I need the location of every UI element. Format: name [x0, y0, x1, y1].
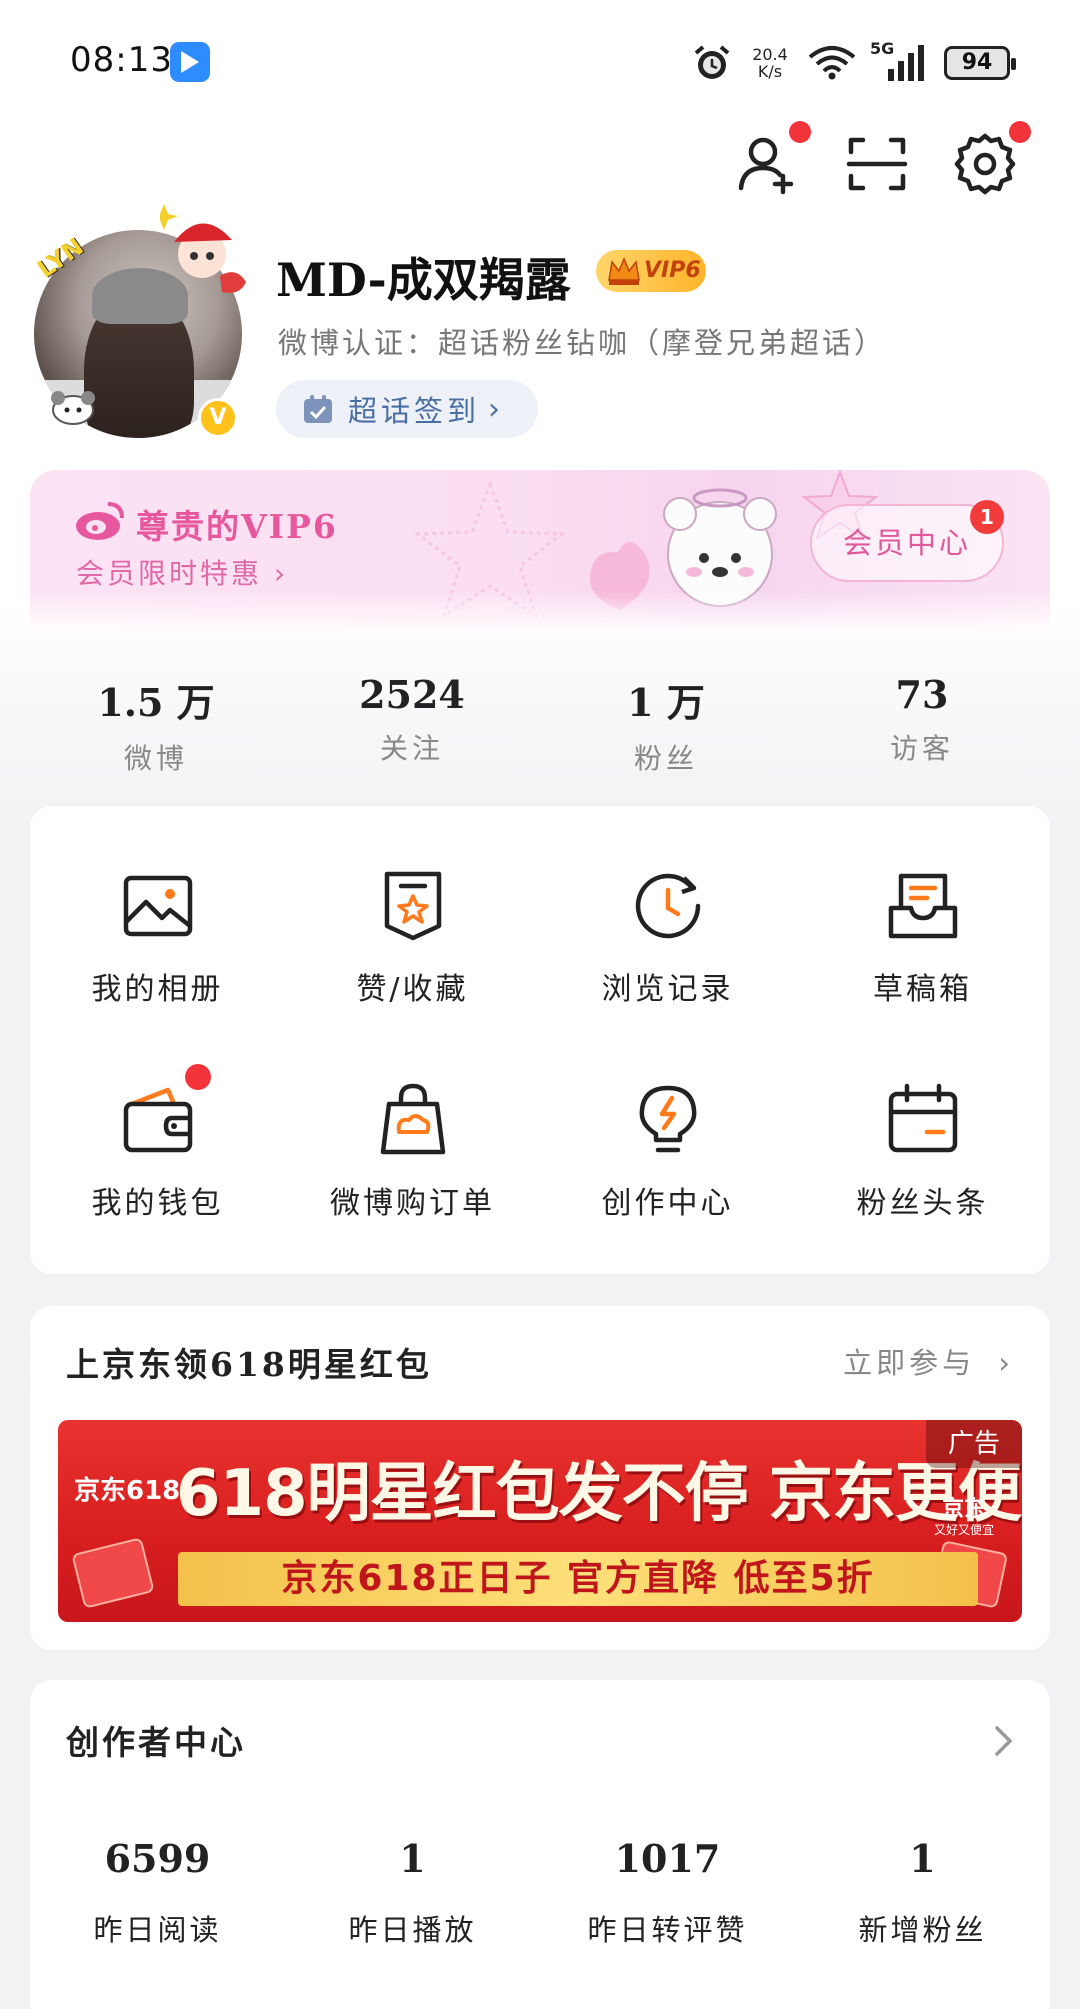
ad-headline: 618明星红包发不停 京东更便宜	[176, 1457, 1022, 1531]
red-envelope-icon	[72, 1538, 154, 1608]
chevron-right-icon[interactable]	[992, 1724, 1016, 1758]
avatar-sticker-decoration	[160, 204, 246, 293]
calendar-icon	[888, 1083, 957, 1153]
settings-gear-icon[interactable]	[953, 132, 1017, 196]
ad-tag: 广告	[926, 1420, 1022, 1468]
stat-followers[interactable]: 1 万 粉丝	[566, 672, 766, 777]
creator-stat-new-fans[interactable]: 1 新增粉丝	[795, 1836, 1050, 1949]
crown-icon	[608, 257, 640, 285]
signal-bars-icon	[888, 45, 924, 81]
status-bar: 08:13 20.4 K/s 5G 94	[0, 0, 1080, 120]
notification-app-icon	[170, 42, 210, 82]
settings-notification-dot	[1009, 121, 1031, 143]
grid-item-history[interactable]: 浏览记录	[540, 868, 795, 1008]
grid-item-album[interactable]: 我的相册	[30, 868, 285, 1008]
star-decoration-icon	[413, 480, 567, 620]
promo-card: 上京东领618明星红包 立即参与 › 京东618 618明星红包发不停 京东更便…	[30, 1306, 1050, 1650]
jd-brand-right: 京东 又好又便宜	[933, 1497, 994, 1538]
promo-join-link[interactable]: 立即参与 ›	[843, 1340, 1014, 1382]
member-center-badge: 1	[970, 500, 1004, 534]
stat-following[interactable]: 2524 关注	[312, 672, 512, 767]
shopping-bag-icon	[380, 1083, 445, 1155]
super-topic-checkin-button[interactable]: 超话签到 ›	[276, 380, 538, 438]
creator-stat-engagement[interactable]: 1017 昨日转评赞	[540, 1836, 795, 1949]
chevron-right-icon: ›	[488, 391, 501, 427]
function-grid-card: 我的相册 赞/收藏 浏览记录 草稿箱 我的钱包 微博购订单 创作中心 粉丝头条	[30, 806, 1050, 1274]
verified-badge: V	[198, 398, 238, 438]
battery-indicator: 94	[944, 46, 1016, 80]
checkin-label: 超话签到	[348, 394, 481, 428]
stat-posts[interactable]: 1.5 万 微博	[56, 672, 256, 777]
vip-banner-subtitle[interactable]: 会员限时特惠 ›	[76, 552, 288, 592]
favorites-icon	[384, 871, 441, 941]
grid-item-wallet[interactable]: 我的钱包	[30, 1082, 285, 1222]
alarm-icon	[694, 45, 730, 79]
add-friend-notification-dot	[789, 121, 811, 143]
creator-center-title: 创作者中心	[66, 1723, 246, 1762]
stat-visitors[interactable]: 73 访客	[822, 672, 1022, 767]
photo-album-icon	[123, 875, 192, 937]
scan-icon[interactable]	[845, 132, 909, 196]
add-friend-icon[interactable]	[735, 132, 799, 196]
wifi-icon	[808, 46, 856, 80]
username[interactable]: MD-成双羯露	[276, 244, 571, 310]
creator-stat-reads[interactable]: 6599 昨日阅读	[30, 1836, 285, 1949]
jd-brand-left: 京东618	[74, 1476, 181, 1506]
wallet-notification-dot	[185, 1064, 211, 1090]
vip-promo-banner[interactable]: 尊贵的VIP6 会员限时特惠 › 会员中心 1	[30, 470, 1050, 630]
bear-mascot-illustration	[590, 488, 777, 610]
creator-stat-plays[interactable]: 1 昨日播放	[285, 1836, 540, 1949]
grid-item-orders[interactable]: 微博购订单	[285, 1082, 540, 1222]
lightbulb-icon	[639, 1085, 696, 1153]
ad-strip-text: 京东618正日子 官方直降 低至5折	[178, 1552, 978, 1606]
weibo-logo-icon	[76, 502, 124, 540]
vip-banner-title: 尊贵的VIP6	[136, 507, 338, 546]
promo-title: 上京东领618明星红包	[66, 1345, 432, 1384]
network-speed: 20.4 K/s	[752, 45, 788, 81]
creator-center-card[interactable]: 创作者中心 6599 昨日阅读 1 昨日播放 1017 昨日转评赞 1 新增粉丝	[30, 1680, 1050, 2009]
jd-ad-banner[interactable]: 京东618 618明星红包发不停 京东更便宜 京东618正日子 官方直降 低至5…	[58, 1420, 1022, 1622]
drafts-icon	[888, 873, 957, 939]
wallet-icon	[123, 1087, 192, 1153]
chevron-right-icon: ›	[998, 1346, 1014, 1380]
grid-item-creation-center[interactable]: 创作中心	[540, 1082, 795, 1222]
verification-text: 微博认证：超话粉丝钻咖（摩登兄弟超话）	[278, 326, 887, 360]
vip-level-badge[interactable]: VIP6	[596, 250, 706, 292]
grid-item-fan-headlines[interactable]: 粉丝头条	[795, 1082, 1050, 1222]
status-indicators: 20.4 K/s 5G 94	[692, 38, 1016, 88]
cellular-signal: 5G	[870, 39, 930, 83]
grid-item-drafts[interactable]: 草稿箱	[795, 868, 1050, 1008]
mascot-sticker-icon	[51, 391, 95, 425]
checkin-calendar-icon	[304, 395, 332, 423]
status-time: 08:13	[70, 40, 173, 80]
grid-item-favorites[interactable]: 赞/收藏	[285, 868, 540, 1008]
history-icon	[635, 873, 700, 939]
